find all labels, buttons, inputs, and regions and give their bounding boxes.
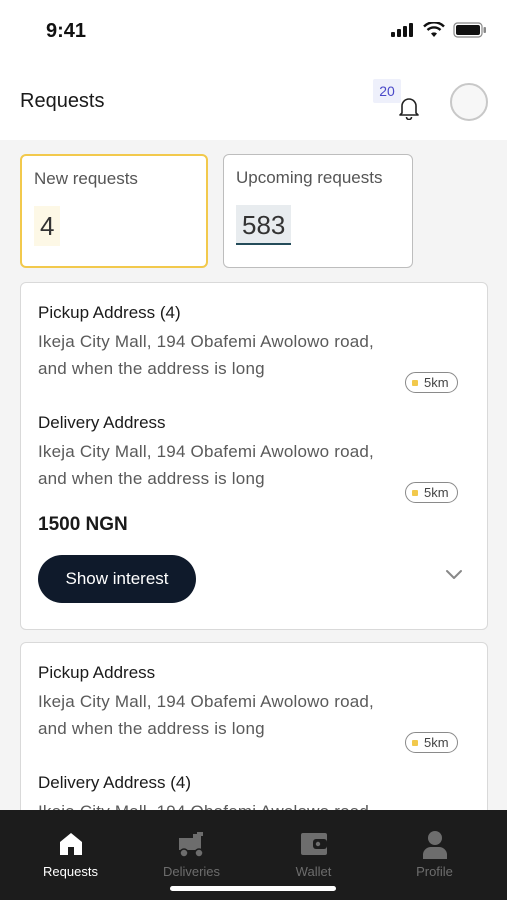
status-icons xyxy=(391,22,487,38)
tab-upcoming-requests[interactable]: Upcoming requests 583 xyxy=(223,154,413,268)
battery-icon xyxy=(453,22,486,38)
home-icon xyxy=(59,833,82,855)
request-card[interactable]: Pickup Address (4) Ikeja City Mall, 194 … xyxy=(20,282,488,630)
distance-dot-icon xyxy=(412,739,418,746)
pickup-address-title: Pickup Address xyxy=(38,663,156,682)
delivery-address-line: and when the address is long xyxy=(38,469,265,488)
nav-label: Profile xyxy=(416,864,453,879)
distance-dot-icon xyxy=(412,489,418,496)
avatar[interactable] xyxy=(450,83,488,121)
distance-value: 5km xyxy=(424,735,449,750)
distance-value: 5km xyxy=(424,485,449,500)
person-icon xyxy=(422,831,447,859)
nav-item-profile[interactable]: Profile xyxy=(371,810,498,900)
notification-badge: 20 xyxy=(373,79,401,103)
cellular-signal-icon xyxy=(391,23,413,37)
pickup-address-title: Pickup Address (4) xyxy=(38,303,181,322)
nav-label: Deliveries xyxy=(162,864,221,879)
show-interest-button[interactable]: Show interest xyxy=(38,555,196,603)
wallet-icon xyxy=(300,833,327,855)
tab-label: Upcoming requests xyxy=(236,168,383,187)
distance-value: 5km xyxy=(424,375,449,390)
pickup-address-line: Ikeja City Mall, 194 Obafemi Awolowo roa… xyxy=(38,332,374,351)
home-indicator xyxy=(170,886,336,891)
request-card[interactable]: Pickup Address Ikeja City Mall, 194 Obaf… xyxy=(20,642,488,810)
delivery-address-line: Ikeja City Mall, 194 Obafemi Awolowo roa… xyxy=(38,802,374,810)
wifi-icon xyxy=(423,22,445,37)
pickup-address-line: and when the address is long xyxy=(38,719,265,738)
delivery-address-title: Delivery Address xyxy=(38,413,166,432)
tab-new-requests[interactable]: New requests 4 xyxy=(20,154,208,268)
bell-icon[interactable] xyxy=(398,96,420,120)
delivery-address-line: Ikeja City Mall, 194 Obafemi Awolowo roa… xyxy=(38,442,374,461)
chevron-down-icon[interactable] xyxy=(444,569,464,581)
delivery-address-title: Delivery Address (4) xyxy=(38,773,192,792)
requests-content: New requests 4 Upcoming requests 583 Pic… xyxy=(0,140,507,810)
delivery-truck-icon xyxy=(178,832,204,858)
distance-dot-icon xyxy=(412,379,418,386)
pickup-address-line: and when the address is long xyxy=(38,359,265,378)
page-title: Requests xyxy=(20,90,105,112)
nav-item-requests[interactable]: Requests xyxy=(7,810,134,900)
tab-label: New requests xyxy=(34,169,138,188)
status-bar: 9:41 xyxy=(0,0,507,64)
pickup-address-line: Ikeja City Mall, 194 Obafemi Awolowo roa… xyxy=(38,692,374,711)
nav-label: Wallet xyxy=(295,864,332,879)
delivery-distance-badge: 5km xyxy=(405,482,458,503)
nav-label: Requests xyxy=(43,864,98,879)
tab-count: 583 xyxy=(236,205,292,245)
pickup-distance-badge: 5km xyxy=(405,372,458,393)
tab-count: 4 xyxy=(34,206,61,246)
pickup-distance-badge: 5km xyxy=(405,732,458,753)
status-time: 9:41 xyxy=(46,20,87,42)
price: 1500 NGN xyxy=(38,514,128,535)
header: Requests 20 xyxy=(0,64,507,140)
